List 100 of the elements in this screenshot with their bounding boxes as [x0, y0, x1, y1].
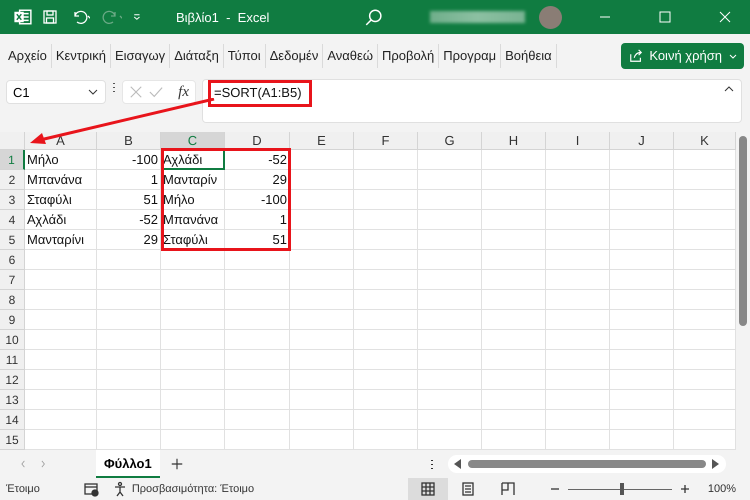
table-cell[interactable] [290, 170, 354, 190]
table-cell[interactable] [354, 210, 418, 230]
table-cell[interactable] [354, 370, 418, 390]
table-cell[interactable] [546, 310, 610, 330]
table-cell[interactable] [610, 330, 674, 350]
table-cell[interactable] [482, 250, 546, 270]
save-icon[interactable] [42, 9, 58, 25]
row-header[interactable]: 10 [0, 330, 25, 350]
table-cell[interactable] [225, 390, 290, 410]
table-cell[interactable]: 29 [97, 230, 161, 250]
table-cell[interactable] [546, 270, 610, 290]
table-cell[interactable] [161, 310, 225, 330]
table-cell[interactable] [354, 250, 418, 270]
table-cell[interactable]: Αχλάδι [25, 210, 97, 230]
row-header[interactable]: 5 [0, 230, 25, 250]
table-cell[interactable] [161, 370, 225, 390]
table-cell[interactable] [482, 230, 546, 250]
table-cell[interactable]: -52 [225, 150, 290, 170]
ribbon-tab[interactable]: Εισαγωγ [110, 44, 170, 68]
view-button[interactable] [408, 478, 448, 500]
table-cell[interactable]: 51 [97, 190, 161, 210]
row-header[interactable]: 9 [0, 310, 25, 330]
search-icon[interactable] [364, 8, 382, 26]
column-header[interactable]: K [674, 132, 736, 150]
table-cell[interactable] [482, 190, 546, 210]
row-header[interactable]: 4 [0, 210, 25, 230]
table-cell[interactable] [482, 290, 546, 310]
ribbon-tab[interactable]: Προγραμ [439, 44, 502, 68]
table-cell[interactable] [546, 290, 610, 310]
table-cell[interactable] [25, 290, 97, 310]
table-cell[interactable] [225, 330, 290, 350]
table-cell[interactable] [546, 150, 610, 170]
zoom-slider-thumb[interactable] [620, 483, 624, 495]
table-cell[interactable] [290, 310, 354, 330]
table-cell[interactable]: Μπανάνα [161, 210, 225, 230]
table-cell[interactable] [290, 290, 354, 310]
table-cell[interactable] [25, 270, 97, 290]
table-cell[interactable] [546, 250, 610, 270]
table-cell[interactable] [354, 290, 418, 310]
table-cell[interactable] [418, 170, 482, 190]
table-cell[interactable] [546, 210, 610, 230]
table-cell[interactable] [161, 290, 225, 310]
table-cell[interactable] [354, 170, 418, 190]
table-cell[interactable] [354, 410, 418, 430]
accessibility-status[interactable]: Προσβασιμότητα: Έτοιμο [132, 483, 254, 495]
table-cell[interactable]: 1 [225, 210, 290, 230]
table-cell[interactable] [161, 250, 225, 270]
column-header[interactable]: E [290, 132, 354, 150]
row-header[interactable]: 7 [0, 270, 25, 290]
horizontal-scrollbar[interactable] [448, 455, 726, 473]
table-cell[interactable] [290, 250, 354, 270]
table-cell[interactable]: Σταφύλι [161, 230, 225, 250]
table-cell[interactable]: 29 [225, 170, 290, 190]
table-cell[interactable]: -100 [225, 190, 290, 210]
ribbon-tab[interactable]: Διάταξη [170, 44, 224, 68]
table-cell[interactable] [290, 350, 354, 370]
table-cell[interactable] [290, 330, 354, 350]
table-cell[interactable] [290, 370, 354, 390]
table-cell[interactable] [97, 290, 161, 310]
table-cell[interactable] [290, 410, 354, 430]
row-header[interactable]: 11 [0, 350, 25, 370]
table-cell[interactable] [418, 230, 482, 250]
table-cell[interactable] [225, 370, 290, 390]
column-header[interactable]: B [97, 132, 161, 150]
row-header[interactable]: 2 [0, 170, 25, 190]
table-cell[interactable]: Μήλο [161, 190, 225, 210]
table-cell[interactable] [418, 330, 482, 350]
table-cell[interactable] [610, 150, 674, 170]
table-cell[interactable] [25, 370, 97, 390]
table-cell[interactable] [97, 390, 161, 410]
table-cell[interactable] [418, 250, 482, 270]
sheet-tab[interactable]: Φύλλο1 [96, 450, 160, 478]
table-cell[interactable] [354, 310, 418, 330]
table-cell[interactable] [354, 270, 418, 290]
table-cell[interactable] [482, 330, 546, 350]
table-cell[interactable]: Μανταρίν [161, 170, 225, 190]
table-cell[interactable] [610, 250, 674, 270]
table-cell[interactable] [418, 210, 482, 230]
column-header[interactable]: F [354, 132, 418, 150]
table-cell[interactable]: Μήλο [25, 150, 97, 170]
table-cell[interactable] [482, 350, 546, 370]
table-cell[interactable] [25, 350, 97, 370]
table-cell[interactable] [418, 310, 482, 330]
table-cell[interactable] [418, 290, 482, 310]
name-box[interactable]: C1 [6, 80, 106, 104]
table-cell[interactable] [482, 210, 546, 230]
table-cell[interactable] [546, 410, 610, 430]
table-cell[interactable] [482, 370, 546, 390]
table-cell[interactable] [418, 150, 482, 170]
table-cell[interactable] [354, 330, 418, 350]
ribbon-tab[interactable]: Αρχείο [4, 44, 52, 68]
table-cell[interactable]: 1 [97, 170, 161, 190]
table-cell[interactable]: Σταφύλι [25, 190, 97, 210]
zoom-level[interactable]: 100% [708, 483, 736, 495]
table-cell[interactable] [225, 310, 290, 330]
table-cell[interactable] [482, 270, 546, 290]
table-cell[interactable]: 51 [225, 230, 290, 250]
avatar[interactable] [539, 6, 562, 28]
row-header[interactable]: 14 [0, 410, 25, 430]
table-cell[interactable]: Μπανάνα [25, 170, 97, 190]
